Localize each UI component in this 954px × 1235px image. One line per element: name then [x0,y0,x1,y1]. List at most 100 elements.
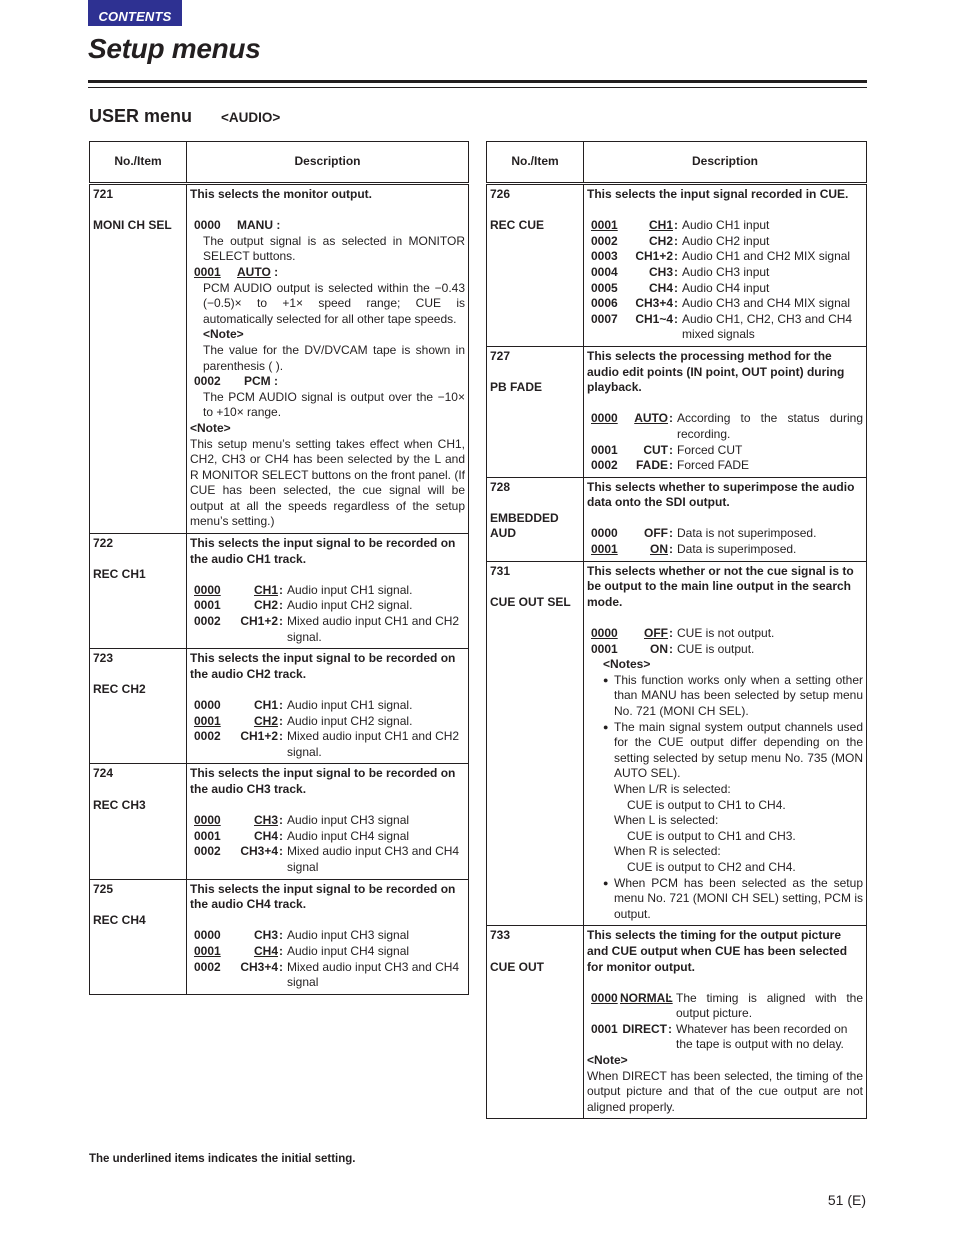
option: 0000 CH1: Audio input CH1 signal. [194,582,413,597]
description-heading: This selects the processing method for t… [587,348,845,395]
option: 0006 CH3+4: Audio CH3 and CH4 MIX signal [591,296,851,311]
option: 0002 FADE: Forced FADE [591,458,750,473]
description-heading: This selects the input signal to be reco… [190,881,456,912]
option-text: The output signal is as selected in MONI… [203,233,465,264]
option: 0005 CH4: Audio CH4 input [591,280,770,295]
title-rule-thick [88,80,867,83]
table-row: 733 CUE OUT This selects the timing for … [486,925,867,1120]
bullet-icon: ● [603,674,609,685]
column-header-description: Description [186,141,469,185]
description-heading: This selects the input signal to be reco… [190,651,456,681]
bullet-icon: ● [603,721,609,732]
column-header-item: No./Item [486,141,584,185]
option: 0002 CH1+2: Mixed audio input CH1 and CH2 … [194,614,460,644]
option: 0001 CH2: Audio input CH2 signal. [194,713,413,728]
item-number: 725 [93,881,114,896]
sub-note-condition: When L/R is selected: [614,781,731,796]
option: 0007 CH1~4: Audio CH1, CH2, CH3 and CH4 mi… [591,311,853,342]
sub-note-condition: When L is selected: [614,813,719,828]
item-number: 721 [93,187,114,201]
option: 0001 CH4: Audio input CH4 signal [194,828,410,843]
description-heading: This selects the input signal to be reco… [190,536,456,566]
column-header-item: No./Item [89,141,187,185]
settings-table-left: No./Item Description 721 MONI CH SEL Thi… [89,141,469,995]
item-number: 724 [93,766,114,781]
item-name: CUE OUT SEL [490,594,571,609]
option: 0002 PCM : [194,374,279,389]
option-text: PCM AUDIO output is selected within the … [203,280,465,326]
note-text: When DIRECT has been selected, the timin… [587,1068,863,1114]
page-title: Setup menus [88,33,261,64]
sub-note-result: CUE is output to CH1 and CH3. [627,828,796,843]
note-bullet: ● When PCM has been selected as the setup… [603,875,863,921]
table-row: 725 REC CH4 This selects the input signa… [89,878,469,995]
option: 0001 CH4: Audio input CH4 signal [194,943,410,958]
title-rule-thin [88,87,867,88]
option: 0001 CH1: Audio CH1 input [591,218,770,233]
footnote: The underlined items indicates the initi… [89,1153,356,1165]
column-header-description: Description [583,141,867,185]
option: 0004 CH3: Audio CH3 input [591,264,770,279]
table-row: 721 MONI CH SEL This selects the monitor… [89,182,469,535]
item-name: REC CH3 [93,797,146,812]
option: 0003 CH1+2: Audio CH1 and CH2 MIX signal [591,249,851,264]
item-number: 731 [490,563,511,578]
item-number: 728 [490,479,511,494]
option: 0002 CH2: Audio CH2 input [591,233,770,248]
item-name: PB FADE [490,380,543,395]
option: 0001 ON: Data is superimposed. [591,542,797,557]
item-number: 723 [93,651,114,666]
note-label: <Note> [203,327,244,342]
option: 0000 MANU : [194,218,281,233]
option-default: 0001 AUTO : [194,264,279,279]
sub-note-condition: When R is selected: [614,844,721,859]
table-row: 728 EMBEDDED AUD This selects whether to… [486,476,867,562]
contents-link[interactable]: CONTENTS [88,0,182,26]
table-row: 723 REC CH2 This selects the input signa… [89,648,469,765]
option: 0000 AUTO: According to the status during … [591,411,863,441]
table-row: 722 REC CH1 This selects the input signa… [89,533,469,650]
sub-note-result: CUE is output to CH1 to CH4. [627,797,786,812]
section-title: USER menu [89,106,193,126]
option-text: The PCM AUDIO signal is output over the … [203,389,465,420]
item-number: 722 [93,536,114,551]
description-heading: This selects the input signal recorded i… [587,187,849,201]
item-number: 727 [490,348,511,363]
item-name: REC CH2 [93,682,146,697]
item-name: REC CUE [490,218,545,233]
description-heading: This selects whether or not the cue sign… [587,563,854,609]
item-number: 726 [490,187,511,201]
note-text: The value for the DV/DVCAM tape is shown… [203,342,465,373]
option: 0002 CH3+4: Mixed audio input CH3 and CH4 … [194,959,460,990]
section-subtitle: <AUDIO> [221,110,281,125]
sub-note-result: CUE is output to CH2 and CH4. [627,859,796,874]
description-heading: This selects the monitor output. [190,187,373,201]
page-number: 51 (E) [827,1192,866,1208]
option: 0002 CH1+2: Mixed audio input CH1 and CH2 … [194,729,460,759]
table-row: 726 REC CUE This selects the input signa… [486,183,867,347]
option: 0000 OFF: Data is not superimposed. [591,526,817,541]
table-row: 724 REC CH3 This selects the input signa… [89,763,469,880]
note-label: <Note> [190,420,231,435]
item-name: REC CH4 [93,912,146,927]
note-bullet: ● This function works only when a setting… [603,672,863,718]
item-number: 733 [490,928,511,943]
bullet-icon: ● [603,877,609,888]
note-text: This setup menu’s setting takes effect w… [190,436,466,529]
option: 0000 NORMAL: The timing is aligned with th… [591,990,863,1021]
note-label: <Note> [587,1053,628,1068]
description-heading: This selects whether to superimpose the … [587,479,855,510]
option: 0000 CH3: Audio input CH3 signal [194,813,410,828]
option: 0000 CH1: Audio input CH1 signal. [194,698,413,712]
settings-table-right: No./Item Description 726 REC CUE This se… [486,141,867,1120]
notes-label: <Notes> [603,657,651,672]
option: 0001 ON: CUE is output. [591,641,755,656]
item-name: EMBEDDED AUD [490,510,559,541]
option: 0001 CH2: Audio input CH2 signal. [194,598,413,613]
option: 0001 DIRECT: Whatever has been recorded on… [591,1021,848,1052]
option: 0002 CH3+4: Mixed audio input CH3 and CH4 … [194,844,460,874]
item-name: REC CH1 [93,567,146,582]
item-name: MONI CH SEL [93,218,172,233]
option: 0001 CUT: Forced CUT [591,442,743,457]
option: 0000 CH3: Audio input CH3 signal [194,928,410,943]
